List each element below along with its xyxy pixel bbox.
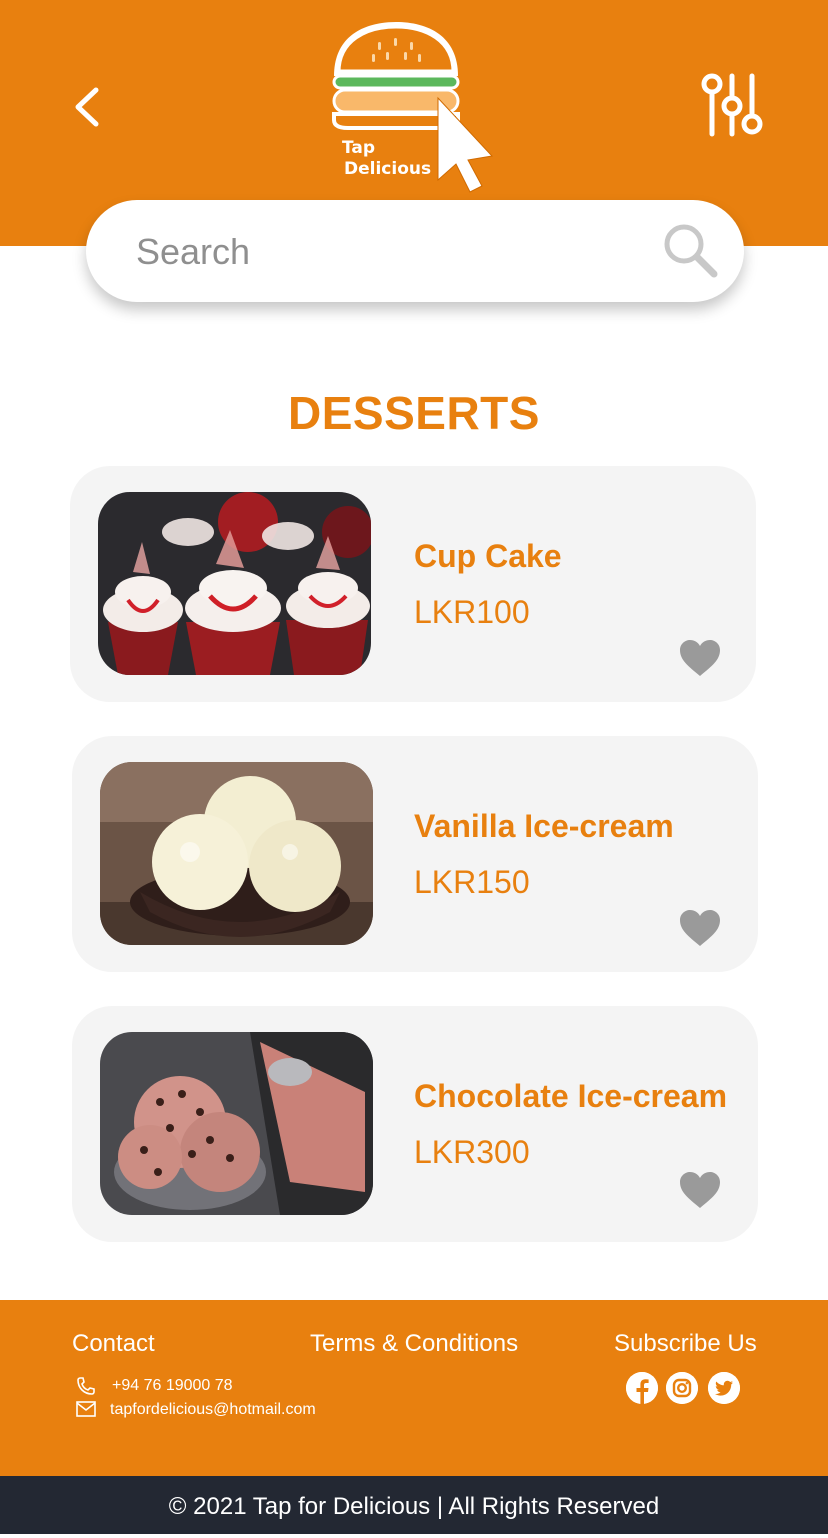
email-address[interactable]: tapfordelicious@hotmail.com <box>110 1401 316 1419</box>
sliders-icon <box>701 73 763 137</box>
heart-icon <box>680 1172 720 1208</box>
product-name: Cup Cake <box>414 538 562 574</box>
instagram-icon <box>666 1372 698 1404</box>
product-name: Vanilla Ice-cream <box>414 808 674 844</box>
search-icon <box>664 224 718 278</box>
phone-number[interactable]: +94 76 19000 78 <box>112 1377 233 1395</box>
facebook-link[interactable] <box>626 1372 658 1404</box>
favorite-button[interactable] <box>678 908 722 948</box>
favorite-button[interactable] <box>678 1170 722 1210</box>
logo-text-bottom: Delicious <box>344 159 431 179</box>
footer: Contact Terms & Conditions Subscribe Us … <box>0 1300 828 1476</box>
phone-icon <box>77 1377 95 1395</box>
copyright-text: © 2021 Tap for Delicious | All Rights Re… <box>168 1493 660 1520</box>
facebook-icon <box>626 1372 658 1404</box>
heart-icon <box>680 910 720 946</box>
product-price: LKR300 <box>414 1134 530 1170</box>
favorite-button[interactable] <box>678 638 722 678</box>
section-title: DESSERTS <box>288 387 540 439</box>
product-card[interactable]: Chocolate Ice-cream LKR300 <box>72 1006 758 1242</box>
contact-heading: Contact <box>72 1330 155 1357</box>
heart-icon <box>680 640 720 676</box>
burger-logo-icon: Tap Delicious <box>332 22 493 193</box>
product-price: LKR150 <box>414 864 530 900</box>
logo-text-top: Tap <box>342 138 375 158</box>
search-button[interactable] <box>662 222 720 280</box>
chevron-left-icon <box>75 87 99 127</box>
search-bar <box>86 200 744 302</box>
product-name: Chocolate Ice-cream <box>414 1078 728 1114</box>
instagram-link[interactable] <box>666 1372 698 1404</box>
product-card[interactable]: Cup Cake LKR100 <box>70 466 756 702</box>
product-card[interactable]: Vanilla Ice-cream LKR150 <box>72 736 758 972</box>
copyright-bar: © 2021 Tap for Delicious | All Rights Re… <box>0 1476 828 1534</box>
terms-link[interactable]: Terms & Conditions <box>310 1330 518 1358</box>
chocolate-icecream-image <box>100 1032 373 1215</box>
search-input[interactable] <box>134 226 658 278</box>
cupcake-image <box>98 492 371 675</box>
product-price: LKR100 <box>414 594 530 630</box>
filter-button[interactable] <box>700 70 766 142</box>
mail-icon <box>76 1401 96 1417</box>
twitter-icon <box>708 1372 740 1404</box>
app-logo: Tap Delicious <box>320 14 510 194</box>
vanilla-icecream-image <box>100 762 373 945</box>
back-button[interactable] <box>62 82 112 132</box>
twitter-link[interactable] <box>708 1372 740 1404</box>
subscribe-heading: Subscribe Us <box>614 1330 757 1357</box>
